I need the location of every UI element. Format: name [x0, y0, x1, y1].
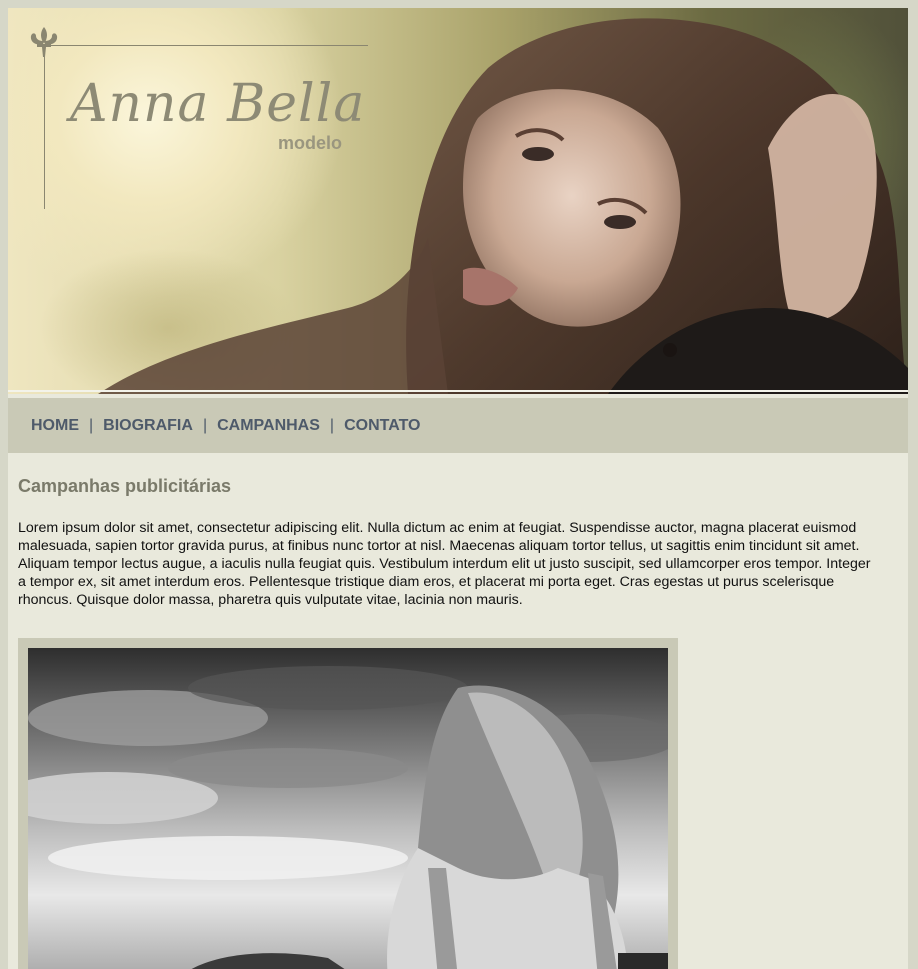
nav-separator: | — [89, 416, 94, 434]
nav-link-home[interactable]: HOME — [31, 417, 79, 435]
nav-link-biografia[interactable]: BIOGRAFIA — [103, 417, 193, 435]
nav-link-campanhas[interactable]: CAMPANHAS — [217, 417, 320, 435]
logo-divider-vertical — [44, 44, 45, 209]
campaign-photo-frame — [18, 638, 678, 969]
banner-divider — [8, 390, 908, 392]
header-banner: Anna Bella modelo — [8, 8, 908, 394]
nav-link-contato[interactable]: CONTATO — [344, 417, 420, 435]
model-portrait-image — [98, 18, 908, 394]
brand-name: Anna Bella — [70, 74, 366, 134]
page: Anna Bella modelo HOME | BIOGRAFIA | CAM… — [8, 8, 908, 969]
campaign-photo — [28, 648, 668, 969]
main-content: Campanhas publicitárias Lorem ipsum dolo… — [18, 476, 878, 609]
main-navigation: HOME | BIOGRAFIA | CAMPANHAS | CONTATO — [8, 398, 908, 453]
nav-separator: | — [202, 416, 208, 434]
brand-subtitle: modelo — [278, 133, 343, 153]
body-text: Lorem ipsum dolor sit amet, consectetur … — [18, 520, 871, 608]
page-title: Campanhas publicitárias — [18, 476, 232, 496]
logo-divider-horizontal — [46, 45, 368, 46]
nav-separator: | — [329, 416, 335, 434]
campaign-photo-image — [28, 648, 668, 969]
